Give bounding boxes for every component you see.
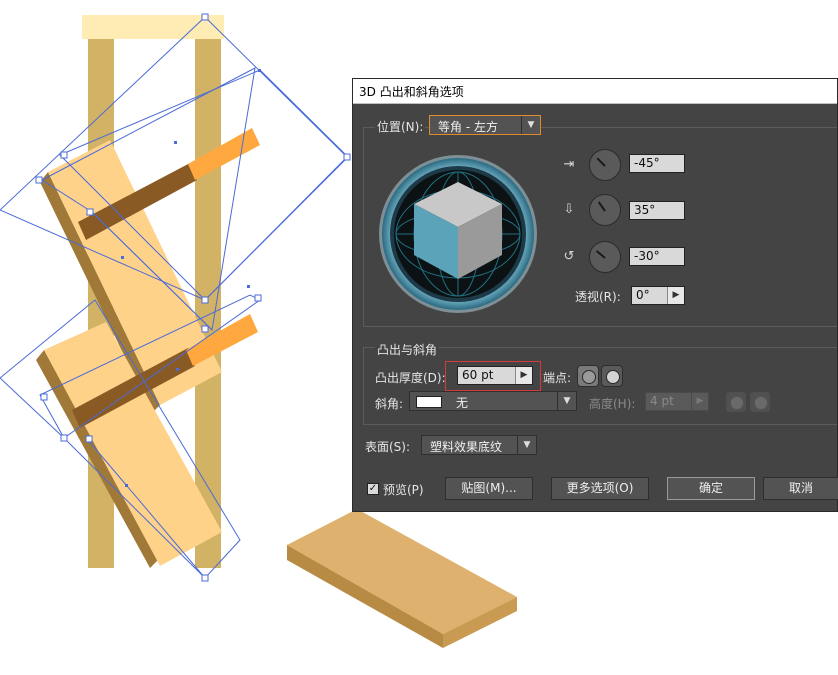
chevron-down-icon: ▼ [557, 392, 576, 410]
bevel-in-button[interactable] [749, 391, 771, 413]
bevel-out-button[interactable] [725, 391, 747, 413]
height-field[interactable]: 4 pt ▶ [645, 392, 709, 411]
extrude-section-label: 凸出与斜角 [375, 341, 440, 358]
surface-dropdown[interactable]: 塑料效果底纹 ▼ [421, 435, 537, 455]
position-preset-dropdown[interactable]: 等角 - 左方 ▼ [429, 115, 541, 135]
y-angle-field[interactable]: 35° [629, 201, 685, 220]
extrude-depth-label: 凸出厚度(D): [375, 371, 446, 385]
bevel-dropdown[interactable]: 无 ▼ [409, 391, 577, 411]
cap-on-button[interactable] [577, 365, 599, 387]
surface-value: 塑料效果底纹 [430, 440, 503, 454]
z-angle-field[interactable]: -30° [629, 247, 685, 266]
ok-button[interactable]: 确定 [667, 477, 755, 500]
position-preset-value: 等角 - 左方 [438, 120, 498, 134]
position-label: 位置(N): [375, 118, 426, 135]
x-angle-field[interactable]: -45° [629, 154, 685, 173]
cap-on-icon [582, 370, 596, 384]
rotate-x-icon: ⇥ [563, 157, 575, 172]
play-icon[interactable]: ▶ [667, 287, 684, 304]
bevel-in-icon [754, 396, 768, 410]
more-options-button[interactable]: 更多选项(O) [551, 477, 649, 500]
dialog-titlebar[interactable]: 3D 凸出和斜角选项 [353, 79, 837, 104]
cap-off-button[interactable] [601, 365, 623, 387]
perspective-field[interactable]: 0° ▶ [631, 286, 685, 305]
play-icon[interactable]: ▶ [515, 367, 532, 384]
bevel-label: 斜角: [375, 397, 404, 411]
z-dial-needle [595, 250, 606, 259]
bevel-out-icon [730, 396, 744, 410]
bevel-swatch [416, 396, 442, 408]
cap-label: 端点: [543, 371, 572, 385]
height-label: 高度(H): [589, 397, 636, 411]
cap-off-icon [606, 370, 620, 384]
chevron-down-icon: ▼ [521, 116, 540, 134]
x-angle-value: -45° [634, 156, 660, 170]
bevel-value: 无 [456, 396, 469, 410]
y-angle-dial[interactable] [589, 194, 621, 226]
preview-checkbox[interactable]: ✓ [367, 483, 379, 495]
perspective-value: 0° [636, 288, 650, 302]
x-dial-needle [596, 157, 606, 167]
y-angle-value: 35° [634, 203, 656, 217]
map-art-button[interactable]: 贴图(M)... [445, 477, 533, 500]
play-icon: ▶ [691, 393, 708, 410]
z-angle-value: -30° [634, 249, 660, 263]
z-angle-dial[interactable] [589, 241, 621, 273]
preview-label: 预览(P) [383, 483, 424, 497]
extrude-bevel-dialog: 3D 凸出和斜角选项 位置(N): 等角 - 左方 ▼ ⇥ -45° ⇩ 35°… [352, 78, 838, 512]
y-dial-needle [597, 201, 606, 212]
dialog-title: 3D 凸出和斜角选项 [359, 85, 464, 99]
cancel-button[interactable]: 取消 [763, 477, 838, 500]
x-angle-dial[interactable] [589, 149, 621, 181]
surface-label: 表面(S): [365, 440, 411, 454]
extrude-depth-field[interactable]: 60 pt ▶ [457, 366, 533, 385]
extrude-bevel-group [363, 347, 837, 425]
track-cube-widget[interactable] [378, 149, 538, 319]
perspective-label: 透视(R): [575, 290, 621, 304]
height-value: 4 pt [650, 394, 674, 408]
extrude-depth-value: 60 pt [462, 368, 494, 382]
rotate-y-icon: ⇩ [563, 202, 575, 217]
chevron-down-icon: ▼ [517, 436, 536, 454]
rotate-z-icon: ↺ [563, 249, 575, 264]
